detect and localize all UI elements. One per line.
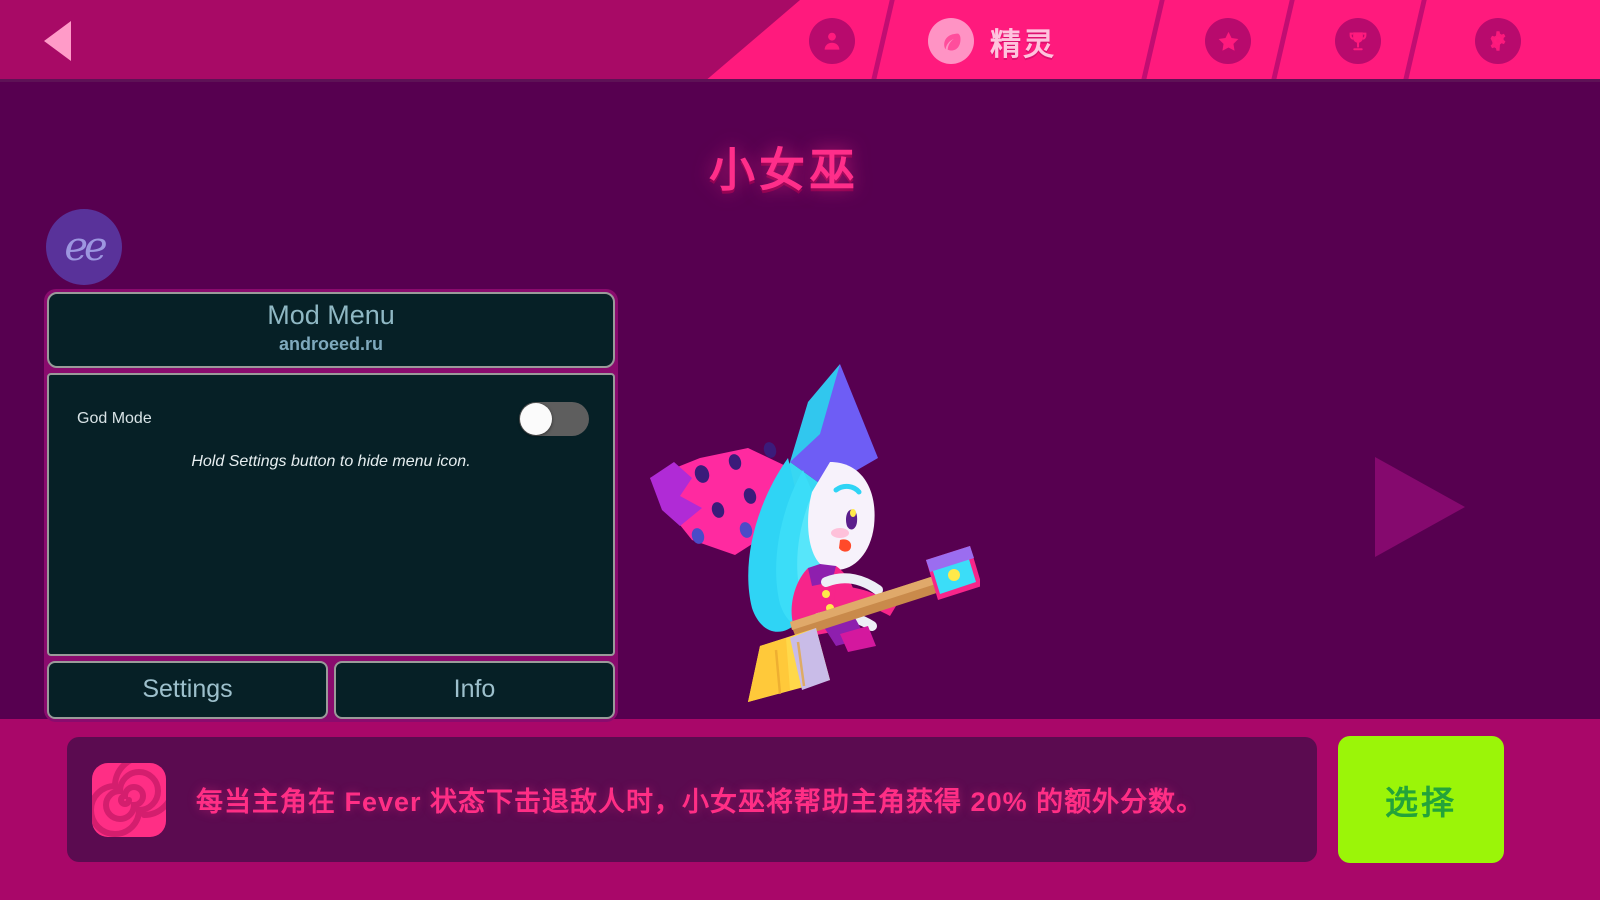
character-artwork	[650, 364, 980, 702]
game-screen: 精灵 小女巫 ee Mod Menu androeed.ru God Mode …	[0, 0, 1600, 900]
trophy-icon	[1335, 18, 1381, 64]
leaf-icon	[928, 18, 974, 64]
nav-divider	[1269, 0, 1296, 82]
ability-description-text: 每当主角在 Fever 状态下击退敌人时，小女巫将帮助主角获得 20% 的额外分…	[196, 787, 1205, 817]
select-button[interactable]: 选择	[1338, 736, 1504, 863]
tab-star[interactable]	[1186, 0, 1270, 82]
character-stage: 小女巫 ee Mod Menu androeed.ru God Mode Hol…	[0, 82, 1600, 722]
ability-description-panel: 每当主角在 Fever 状态下击退敌人时，小女巫将帮助主角获得 20% 的额外分…	[67, 737, 1317, 862]
top-navigation-bar: 精灵	[0, 0, 1600, 82]
nav-divider	[1139, 0, 1166, 82]
mod-menu-header: Mod Menu androeed.ru	[47, 292, 615, 368]
mod-menu-hint: Hold Settings button to hide menu icon.	[191, 452, 471, 470]
toggle-knob	[520, 402, 552, 435]
god-mode-label: God Mode	[77, 409, 152, 427]
star-icon	[1205, 18, 1251, 64]
mod-menu-title: Mod Menu	[267, 300, 395, 330]
mod-menu-panel: Mod Menu androeed.ru God Mode Hold Setti…	[44, 289, 618, 722]
mod-menu-footer: Settings Info	[47, 660, 615, 719]
god-mode-row: God Mode	[49, 397, 613, 441]
tab-spirit[interactable]: 精灵	[928, 0, 1128, 82]
tab-trophy[interactable]	[1316, 0, 1400, 82]
topbar-dark-panel	[0, 0, 800, 82]
nav-divider	[1401, 0, 1428, 82]
spiral-icon	[92, 762, 166, 837]
back-button[interactable]	[44, 21, 71, 61]
god-mode-toggle[interactable]	[519, 401, 589, 436]
ee-badge-label: ee	[64, 224, 107, 270]
ee-floating-badge[interactable]: ee	[46, 209, 122, 285]
character-title: 小女巫	[709, 144, 859, 196]
mod-menu-subtitle: androeed.ru	[278, 333, 384, 354]
next-character-button[interactable]	[1375, 457, 1465, 557]
tab-spirit-label: 精灵	[990, 26, 1056, 62]
info-button[interactable]: Info	[334, 660, 615, 719]
gear-icon	[1475, 18, 1521, 64]
person-icon	[809, 18, 855, 64]
tab-settings[interactable]	[1456, 0, 1540, 82]
tab-profile[interactable]	[790, 0, 874, 82]
settings-button[interactable]: Settings	[47, 660, 328, 719]
mod-menu-body: God Mode Hold Settings button to hide me…	[47, 372, 615, 656]
